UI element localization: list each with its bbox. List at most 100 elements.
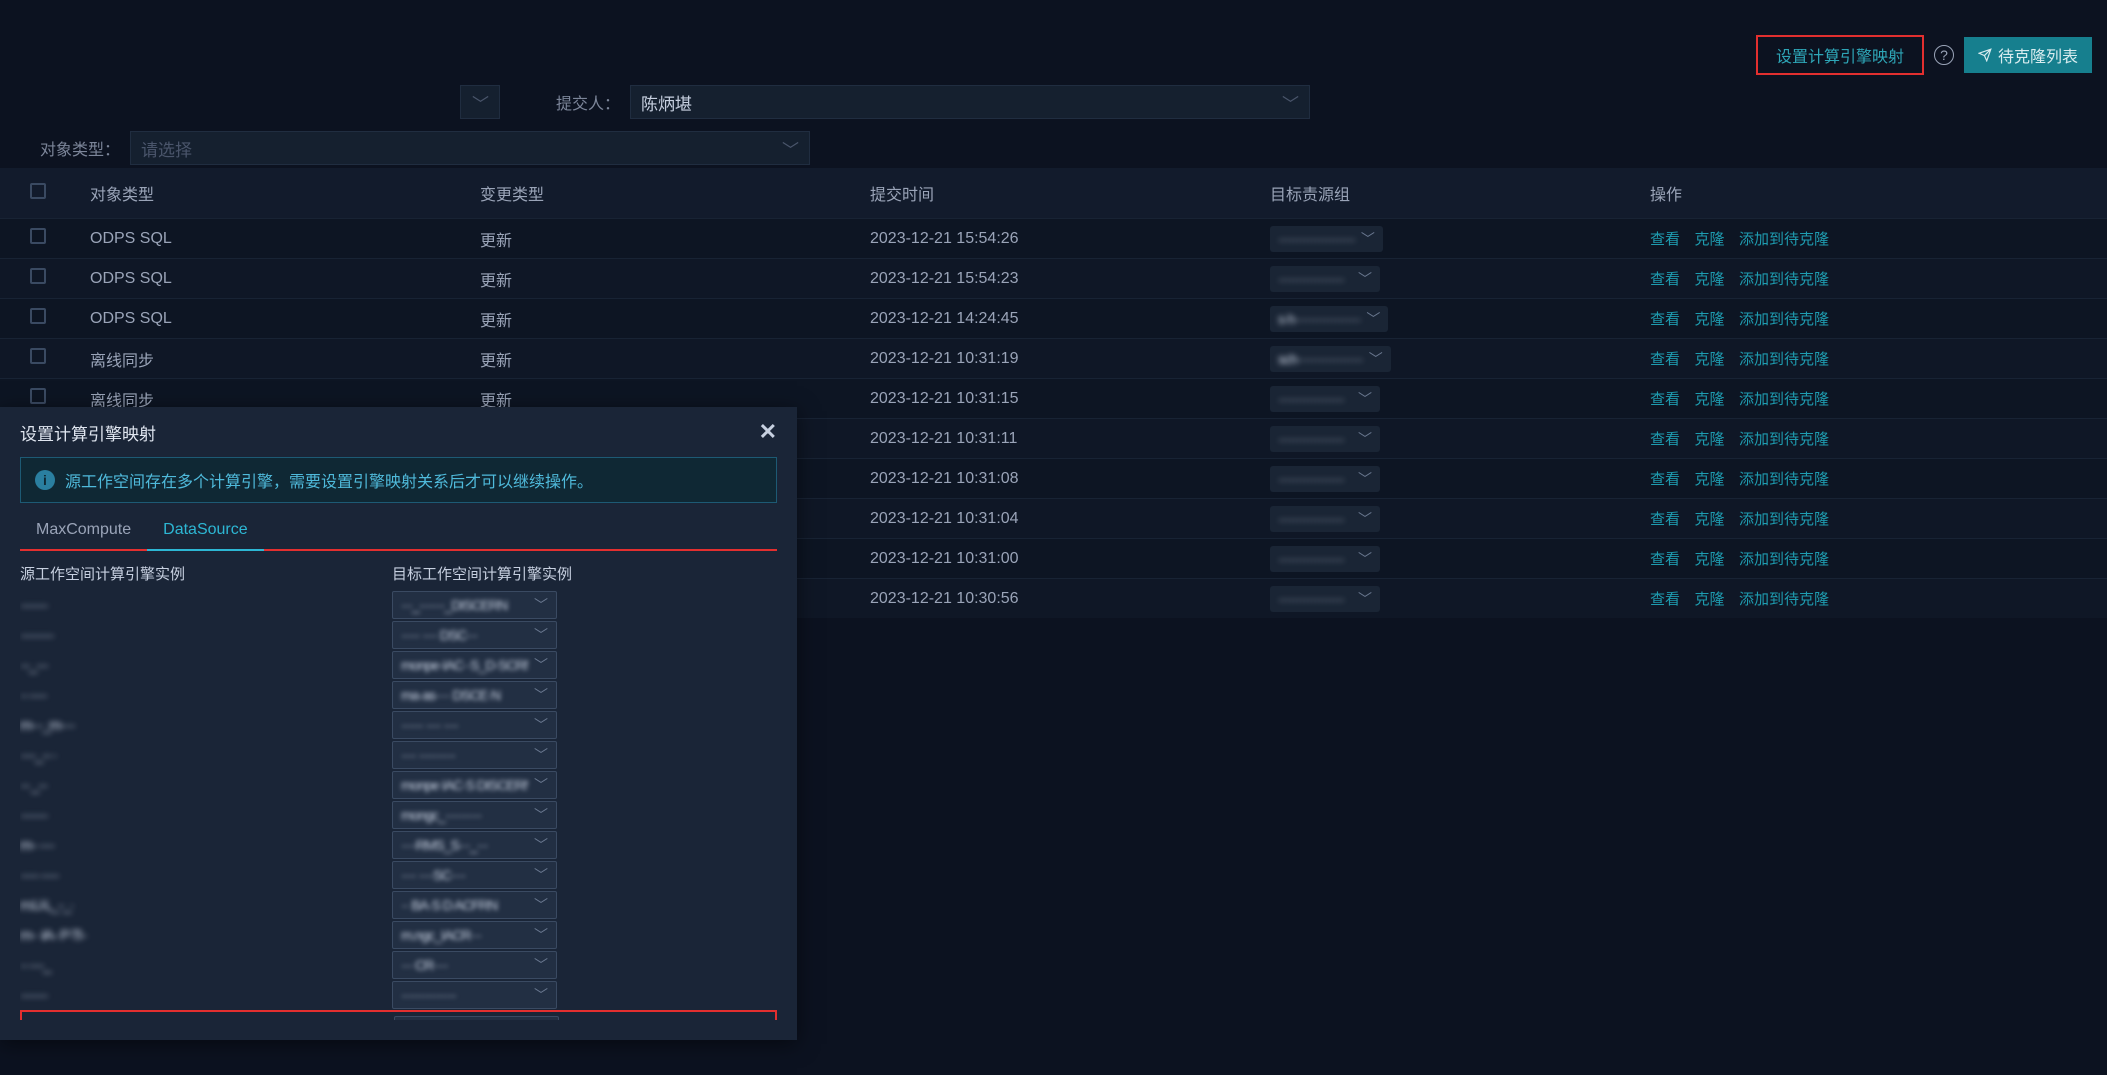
target-group-select[interactable]: ·················· ﹀: [1270, 266, 1380, 292]
row-checkbox[interactable]: [30, 388, 46, 404]
clone-link[interactable]: 克隆: [1694, 351, 1724, 368]
mapping-target-select[interactable]: monpe·IAC··S_D·SCRN ﹀: [392, 651, 557, 679]
target-group-select[interactable]: ·················· ﹀: [1270, 386, 1380, 412]
add-to-wait-link[interactable]: 添加到待克隆: [1739, 231, 1829, 248]
view-link[interactable]: 查看: [1650, 311, 1680, 328]
target-group-select[interactable]: ·················· ﹀: [1270, 546, 1380, 572]
target-group-select[interactable]: ·················· ﹀: [1270, 506, 1380, 532]
mapping-target-select[interactable]: ····RMS_S···_··· ﹀: [392, 831, 557, 859]
mapping-target-select[interactable]: ma·as···· DSCE·N ﹀: [392, 681, 557, 709]
table-row: ODPS SQL 更新 2023-12-21 14:24:45 s·h·····…: [0, 298, 2107, 338]
add-to-wait-link[interactable]: 添加到待克隆: [1739, 271, 1829, 288]
mapping-target-select[interactable]: ··············· ﹀: [392, 981, 557, 1009]
close-icon[interactable]: ✕: [759, 419, 777, 445]
view-link[interactable]: 查看: [1650, 231, 1680, 248]
mapping-row: ········· ···_·······_DISCERN ﹀: [20, 590, 777, 620]
add-to-wait-link[interactable]: 添加到待克隆: [1739, 551, 1829, 568]
chevron-down-icon: ﹀: [1361, 229, 1375, 249]
object-type-placeholder: 请选择: [141, 136, 192, 161]
cell-object-type: ODPS SQL: [90, 270, 480, 288]
view-link[interactable]: 查看: [1650, 431, 1680, 448]
chevron-down-icon: ﹀: [534, 925, 548, 945]
add-to-wait-link[interactable]: 添加到待克隆: [1739, 591, 1829, 608]
filter-unknown-select[interactable]: ﹀: [460, 85, 500, 119]
mapping-target-select[interactable]: ······ ···· ···· ﹀: [392, 711, 557, 739]
target-group-select[interactable]: ·················· ﹀: [1270, 466, 1380, 492]
mapping-target-select[interactable]: ···_·······_DISCERN ﹀: [392, 591, 557, 619]
cell-submit-time: 2023-12-21 10:31:15: [870, 390, 1260, 408]
mapping-row: ···_···· monpe·IAC··S_D·SCRN ﹀: [20, 650, 777, 680]
clone-link[interactable]: 克隆: [1694, 271, 1724, 288]
clone-link[interactable]: 克隆: [1694, 511, 1724, 528]
target-group-value: ··················: [1278, 471, 1344, 487]
mapping-target-value: ····RMS_S···_···: [401, 837, 528, 853]
row-checkbox[interactable]: [30, 308, 46, 324]
target-group-select[interactable]: ····················· ﹀: [1270, 226, 1383, 252]
mapping-target-value: ···_·······_DISCERN: [401, 597, 528, 613]
mapping-target-select[interactable]: ····· ···· DSC··· ﹀: [392, 621, 557, 649]
cell-submit-time: 2023-12-21 10:31:19: [870, 350, 1260, 368]
view-link[interactable]: 查看: [1650, 551, 1680, 568]
chevron-down-icon: ﹀: [534, 835, 548, 855]
view-link[interactable]: 查看: [1650, 391, 1680, 408]
chevron-down-icon: ﹀: [1358, 509, 1372, 529]
add-to-wait-link[interactable]: 添加到待克隆: [1739, 511, 1829, 528]
target-group-select[interactable]: ·················· ﹀: [1270, 586, 1380, 612]
view-link[interactable]: 查看: [1650, 351, 1680, 368]
target-group-select[interactable]: ·················· ﹀: [1270, 426, 1380, 452]
chevron-down-icon: ﹀: [534, 805, 548, 825]
row-checkbox[interactable]: [30, 228, 46, 244]
mapping-target-select[interactable]: mysql_iacrms ﹀: [394, 1016, 559, 1020]
mapping-target-value: monpe IAC·S DISCERN: [401, 777, 528, 793]
view-link[interactable]: 查看: [1650, 511, 1680, 528]
mapping-target-select[interactable]: monpe IAC·S DISCERN ﹀: [392, 771, 557, 799]
submitter-value: 陈炳堪: [641, 90, 692, 115]
row-checkbox[interactable]: [30, 348, 46, 364]
wait-clone-list-label: 待克隆列表: [1998, 43, 2078, 67]
header-object-type: 对象类型: [90, 181, 480, 205]
clone-link[interactable]: 克隆: [1694, 431, 1724, 448]
object-type-select[interactable]: 请选择 ﹀: [130, 131, 810, 165]
header-submit-time: 提交时间: [870, 181, 1260, 205]
tab-datasource[interactable]: DataSource: [147, 511, 264, 551]
mapping-target-select[interactable]: ···· ····SC···· ﹀: [392, 861, 557, 889]
add-to-wait-link[interactable]: 添加到待克隆: [1739, 431, 1829, 448]
tab-maxcompute[interactable]: MaxCompute: [20, 511, 147, 549]
wait-clone-list-button[interactable]: 待克隆列表: [1964, 37, 2092, 73]
cell-object-type: 离线同步: [90, 347, 480, 371]
cell-change-type: 更新: [480, 267, 870, 291]
clone-link[interactable]: 克隆: [1694, 471, 1724, 488]
target-group-value: ··················: [1278, 511, 1344, 527]
mapping-target-value: monpe·IAC··S_D·SCRN: [401, 657, 528, 673]
view-link[interactable]: 查看: [1650, 591, 1680, 608]
mapping-target-select[interactable]: ··· CR···· ﹀: [392, 951, 557, 979]
set-engine-mapping-button[interactable]: 设置计算引擎映射: [1756, 35, 1924, 75]
clone-link[interactable]: 克隆: [1694, 391, 1724, 408]
select-all-checkbox[interactable]: [30, 183, 46, 199]
mapping-row: m.U·L_··_· ·· BA·S D ACFRN ﹀: [20, 890, 777, 920]
mapping-target-select[interactable]: mongc_·········· ﹀: [392, 801, 557, 829]
submitter-select[interactable]: 陈炳堪 ﹀: [630, 85, 1310, 119]
engine-mapping-dialog: 设置计算引擎映射 ✕ i 源工作空间存在多个计算引擎，需要设置引擎映射关系后才可…: [0, 407, 797, 1040]
chevron-down-icon: ﹀: [1358, 589, 1372, 609]
add-to-wait-link[interactable]: 添加到待克隆: [1739, 311, 1829, 328]
table-header-row: 对象类型 变更类型 提交时间 目标责源组 操作: [0, 168, 2107, 218]
add-to-wait-link[interactable]: 添加到待克隆: [1739, 351, 1829, 368]
clone-link[interactable]: 克隆: [1694, 591, 1724, 608]
mapping-target-select[interactable]: ·· BA·S D ACFRN ﹀: [392, 891, 557, 919]
add-to-wait-link[interactable]: 添加到待克隆: [1739, 391, 1829, 408]
clone-link[interactable]: 克隆: [1694, 231, 1724, 248]
target-group-select[interactable]: s·h·················· ﹀: [1270, 306, 1388, 332]
mapping-row: ·· ·····_ ··· CR···· ﹀: [20, 950, 777, 980]
target-group-select[interactable]: sch·················· ﹀: [1270, 346, 1391, 372]
view-link[interactable]: 查看: [1650, 271, 1680, 288]
add-to-wait-link[interactable]: 添加到待克隆: [1739, 471, 1829, 488]
help-icon[interactable]: ?: [1934, 45, 1954, 65]
clone-link[interactable]: 克隆: [1694, 311, 1724, 328]
mapping-target-select[interactable]: m.ngc_IACR··· ﹀: [392, 921, 557, 949]
mapping-row: m·· ····· ····RMS_S···_··· ﹀: [20, 830, 777, 860]
mapping-target-select[interactable]: ···· ·········· ﹀: [392, 741, 557, 769]
row-checkbox[interactable]: [30, 268, 46, 284]
view-link[interactable]: 查看: [1650, 471, 1680, 488]
clone-link[interactable]: 克隆: [1694, 551, 1724, 568]
